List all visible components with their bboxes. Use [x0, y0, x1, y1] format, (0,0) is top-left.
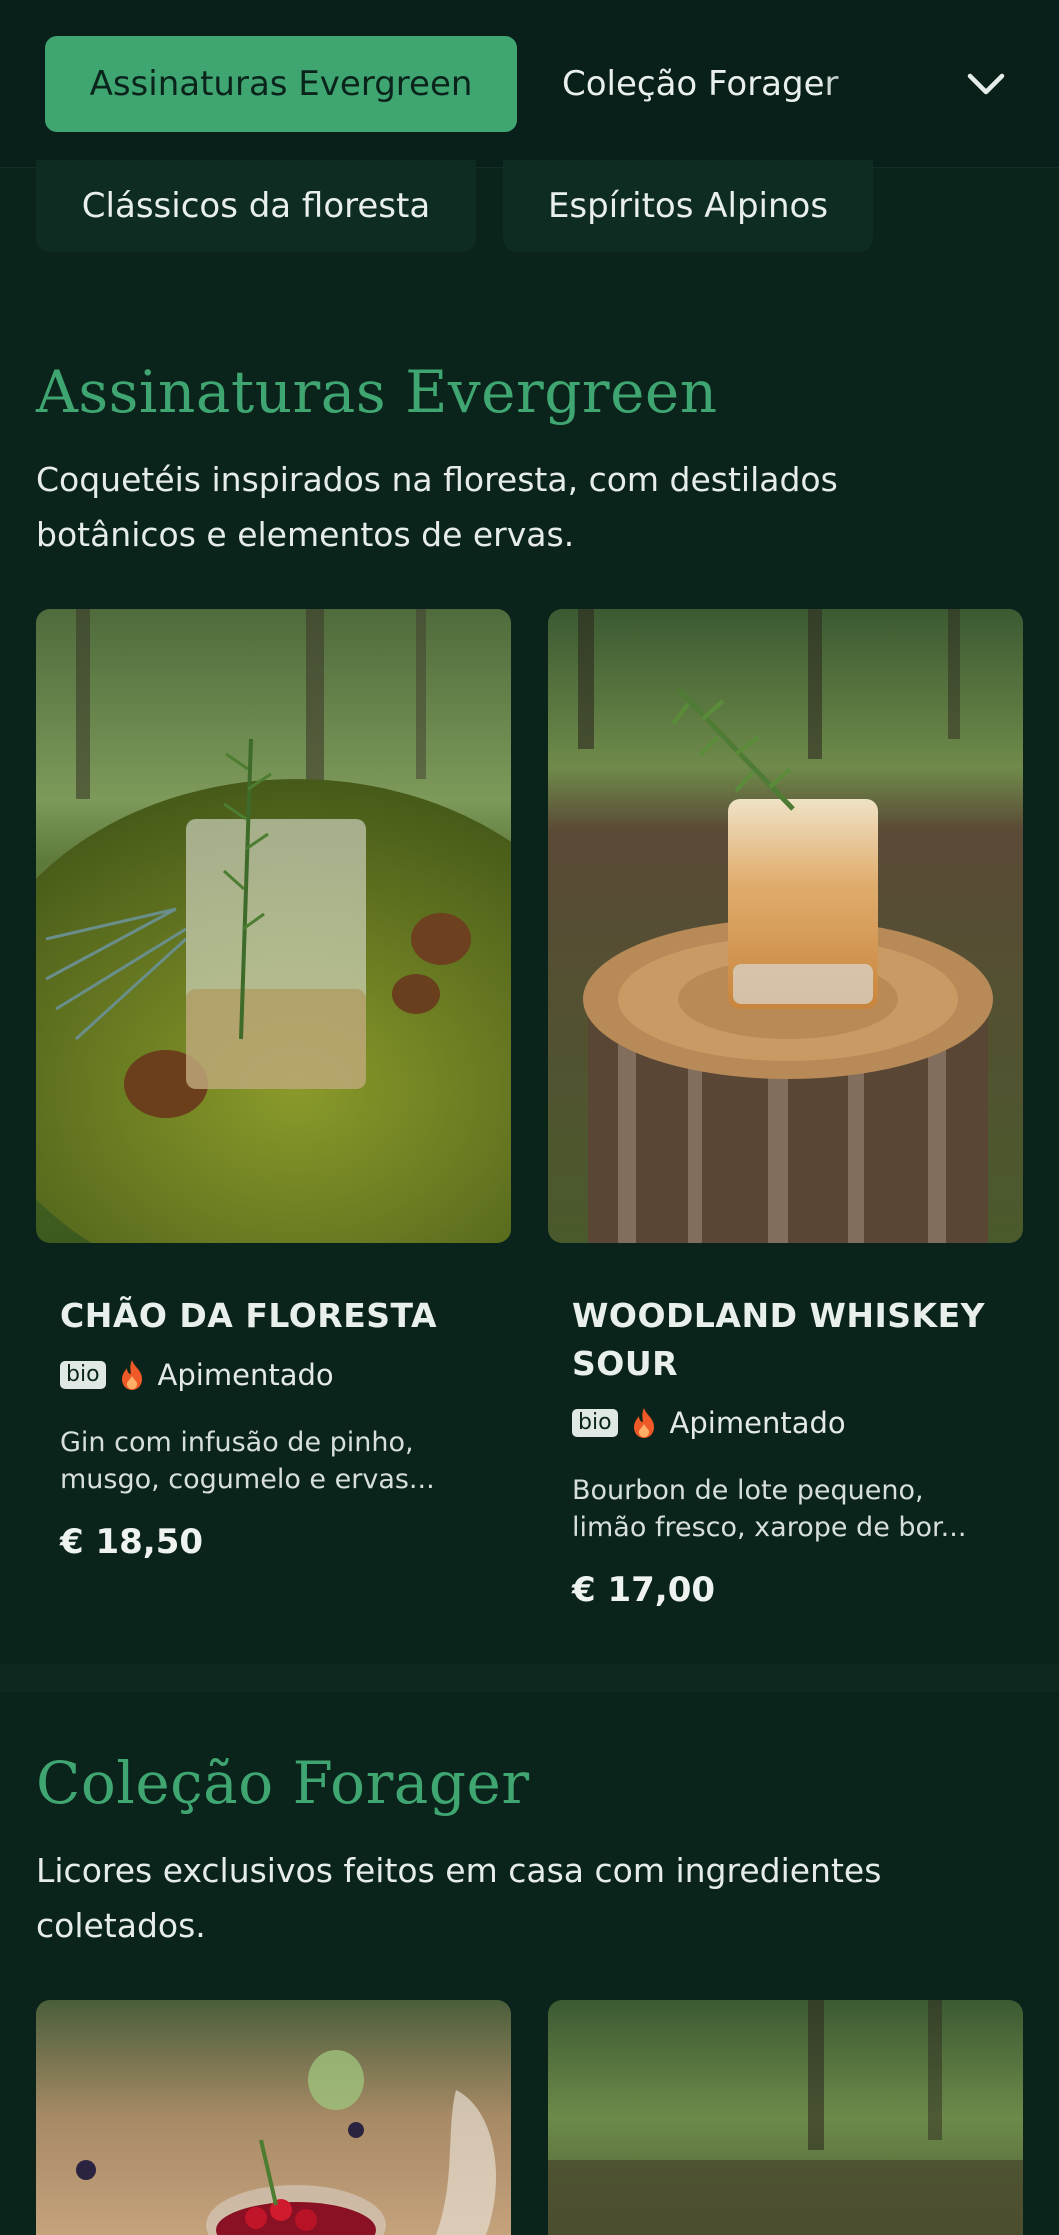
item-image[interactable] [36, 609, 511, 1243]
section-description: Coquetéis inspirados na floresta, com de… [36, 460, 838, 554]
section-title: Coleção Forager [36, 1749, 530, 1817]
item-description: Gin com infusão de pinho, musgo, cogumel… [60, 1427, 435, 1495]
tab-colecao-forager[interactable]: Coleção Forager [562, 36, 838, 132]
bio-badge: bio [572, 1409, 618, 1437]
item-image[interactable] [548, 609, 1023, 1243]
chip-espiritos-alpinos[interactable]: Espíritos Alpinos [503, 160, 873, 252]
item-tags: bio Apimentado [572, 1403, 846, 1443]
item-image[interactable] [548, 2000, 1023, 2235]
section-description: Licores exclusivos feitos em casa com in… [36, 1851, 882, 1945]
spicy-tag: Apimentado [157, 1358, 334, 1392]
item-price: € 18,50 [60, 1522, 204, 1562]
fire-icon [121, 1360, 142, 1390]
tab-assinaturas-evergreen[interactable]: Assinaturas Evergreen [45, 36, 517, 132]
item-name[interactable]: WOODLAND WHISKEY SOUR [572, 1292, 992, 1388]
item-price: € 17,00 [572, 1570, 716, 1610]
nav-fade-overlay [820, 36, 940, 132]
bio-badge: bio [60, 1361, 106, 1389]
fire-icon [633, 1408, 654, 1438]
section-title: Assinaturas Evergreen [36, 358, 718, 426]
chevron-down-icon[interactable] [962, 60, 1010, 108]
item-description: Bourbon de lote pequeno, limão fresco, x… [572, 1475, 967, 1543]
item-name[interactable]: CHÃO DA FLORESTA [60, 1292, 480, 1340]
chip-classicos-da-floresta[interactable]: Clássicos da floresta [36, 160, 476, 252]
spicy-tag: Apimentado [669, 1406, 846, 1440]
item-tags: bio Apimentado [60, 1355, 334, 1395]
category-nav: Assinaturas Evergreen Coleção Forager [0, 0, 1059, 168]
item-image[interactable] [36, 2000, 511, 2235]
section-divider [0, 1664, 1059, 1692]
